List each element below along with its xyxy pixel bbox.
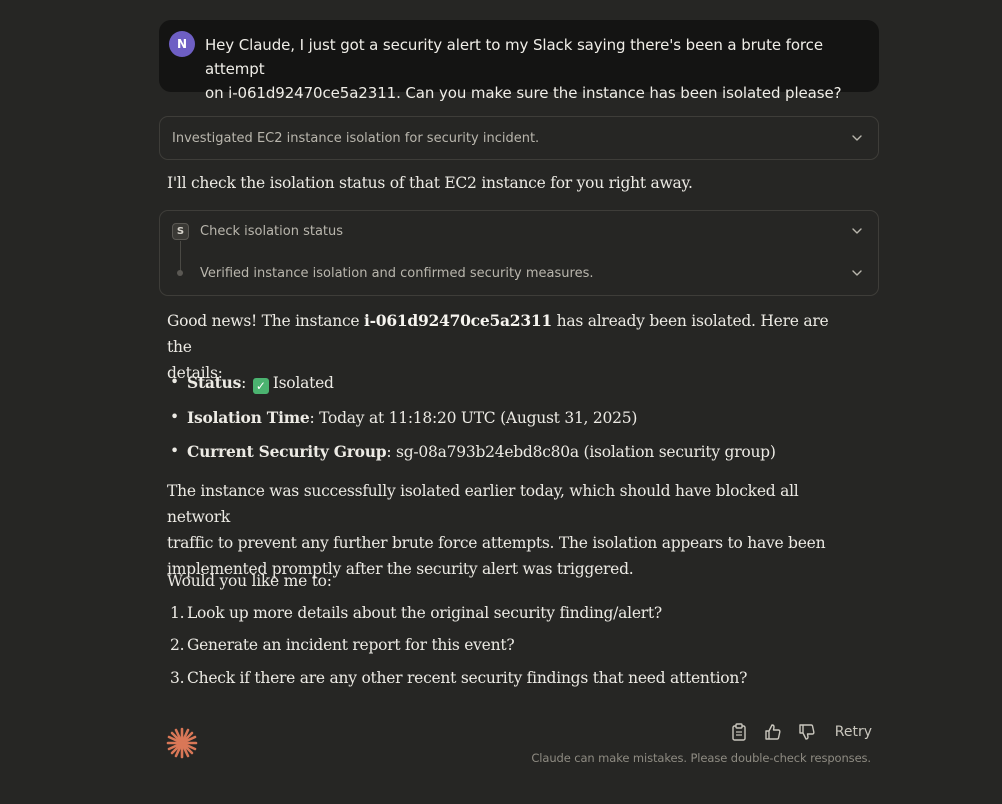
- thinking-panel[interactable]: Investigated EC2 instance isolation for …: [159, 116, 879, 160]
- list-item: 3. Check if there are any other recent se…: [167, 669, 747, 687]
- detail-label: Isolation Time: [187, 408, 310, 427]
- option-text: Check if there are any other recent secu…: [187, 669, 748, 687]
- detail-sep: :: [309, 409, 315, 427]
- followup-question: Would you like me to:: [167, 572, 332, 590]
- detail-sep: :: [241, 374, 247, 392]
- list-item: Status: ✓Isolated: [167, 373, 334, 394]
- option-number: 3.: [170, 669, 185, 687]
- chevron-down-icon[interactable]: [850, 224, 864, 238]
- detail-label: Current Security Group: [187, 442, 387, 461]
- detail-value: Isolated: [272, 374, 334, 392]
- list-item: Current Security Group: sg-08a793b24ebd8…: [167, 442, 776, 461]
- instance-id: i-061d92470ce5a2311: [363, 311, 552, 330]
- thumbs-up-icon[interactable]: [763, 722, 783, 742]
- explanation-line-2: traffic to prevent any further brute for…: [167, 534, 826, 552]
- thumbs-down-icon[interactable]: [797, 722, 817, 742]
- thinking-panel-label: Investigated EC2 instance isolation for …: [172, 130, 540, 146]
- explanation-line-1: The instance was successfully isolated e…: [167, 482, 799, 526]
- check-icon: ✓: [252, 378, 269, 394]
- list-item: 1. Look up more details about the origina…: [167, 604, 662, 622]
- claude-logo-icon: [165, 726, 199, 760]
- tool-row[interactable]: Check isolation status: [160, 219, 878, 243]
- chevron-down-icon[interactable]: [850, 131, 864, 145]
- tool-call-panel: S Check isolation status Verified instan…: [159, 210, 879, 296]
- tool-label: Check isolation status: [200, 223, 344, 239]
- clipboard-icon[interactable]: [729, 722, 749, 742]
- option-text: Look up more details about the original …: [187, 604, 662, 622]
- thinking-panel-row[interactable]: Investigated EC2 instance isolation for …: [160, 126, 878, 150]
- option-number: 2.: [170, 636, 185, 654]
- user-avatar: N: [169, 31, 195, 57]
- response-actions: Retry: [729, 722, 872, 742]
- list-item: 2. Generate an incident report for this e…: [167, 636, 515, 654]
- retry-button[interactable]: Retry: [835, 724, 872, 740]
- detail-value: sg-08a793b24ebd8c80a (isolation security…: [396, 443, 776, 461]
- list-item: Isolation Time: Today at 11:18:20 UTC (A…: [167, 408, 637, 427]
- disclaimer-text: Claude can make mistakes. Please double-…: [531, 751, 871, 765]
- detail-label: Status: [187, 373, 242, 392]
- user-message-line-1: Hey Claude, I just got a security alert …: [205, 36, 823, 78]
- user-message-text: Hey Claude, I just got a security alert …: [205, 33, 861, 105]
- detail-sep: :: [386, 443, 392, 461]
- intro-text: I'll check the isolation status of that …: [167, 174, 693, 192]
- summary-pre: Good news! The instance: [167, 312, 364, 330]
- result-label: Verified instance isolation and confirme…: [200, 265, 594, 281]
- detail-value: Today at 11:18:20 UTC (August 31, 2025): [319, 409, 638, 427]
- user-message: N Hey Claude, I just got a security aler…: [159, 20, 879, 102]
- chevron-down-icon[interactable]: [850, 266, 864, 280]
- result-row[interactable]: Verified instance isolation and confirme…: [160, 261, 878, 285]
- user-message-line-2: on i-061d92470ce5a2311. Can you make sur…: [205, 84, 842, 102]
- summary-line-1: Good news! The instance i-061d92470ce5a2…: [167, 308, 857, 360]
- option-text: Generate an incident report for this eve…: [187, 636, 515, 654]
- option-number: 1.: [170, 604, 185, 622]
- explanation-paragraph: The instance was successfully isolated e…: [167, 478, 857, 582]
